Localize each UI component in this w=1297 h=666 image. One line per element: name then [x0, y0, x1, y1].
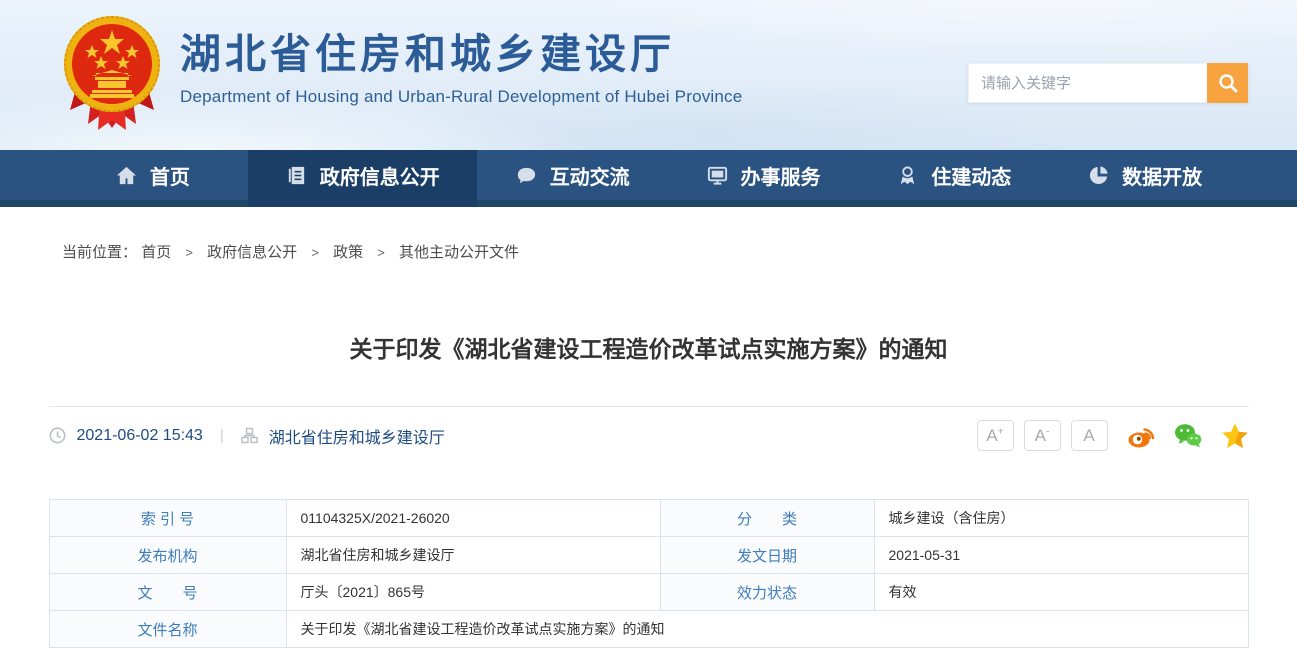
nav-item-interaction[interactable]: 互动交流 — [477, 150, 668, 207]
nav-item-label: 办事服务 — [741, 161, 821, 190]
doc-info-table: 索 引 号 01104325X/2021-26020 分 类 城乡建设（含住房）… — [49, 499, 1249, 648]
article-title: 关于印发《湖北省建设工程造价改革试点实施方案》的通知 — [49, 262, 1249, 364]
qzone-icon[interactable] — [1221, 422, 1249, 450]
breadcrumb-item-home[interactable]: 首页 — [141, 244, 171, 261]
nav-item-services[interactable]: 办事服务 — [668, 150, 859, 207]
font-reset-button[interactable]: A — [1071, 420, 1108, 451]
meta-separator: | — [220, 427, 224, 444]
doc-number-label: 文 号 — [49, 574, 286, 611]
search-box — [968, 63, 1248, 103]
table-row: 索 引 号 01104325X/2021-26020 分 类 城乡建设（含住房） — [49, 500, 1248, 537]
clock-icon — [49, 427, 66, 444]
site-subtitle: Department of Housing and Urban-Rural De… — [180, 87, 742, 107]
breadcrumb-separator: > — [311, 245, 319, 260]
doc-number-value: 厅头〔2021〕865号 — [286, 574, 660, 611]
breadcrumb: 当前位置： 首页 > 政府信息公开 > 政策 > 其他主动公开文件 — [0, 207, 1297, 262]
chat-icon — [515, 164, 538, 187]
site-brand: 湖北省住房和城乡建设厅 Department of Housing and Ur… — [180, 32, 742, 107]
wechat-icon[interactable] — [1174, 422, 1202, 450]
table-row: 文 号 厅头〔2021〕865号 效力状态 有效 — [49, 574, 1248, 611]
breadcrumb-separator: > — [185, 245, 193, 260]
doc-index-label: 索 引 号 — [49, 500, 286, 537]
national-emblem-logo — [62, 12, 162, 134]
doc-issue-date-label: 发文日期 — [660, 537, 874, 574]
meta-bar: 2021-06-02 15:43 | 湖北省住房和城乡建设厅 A+ A- A — [49, 407, 1249, 464]
person-badge-icon — [896, 164, 919, 187]
search-button[interactable] — [1207, 63, 1248, 103]
pie-chart-icon — [1087, 164, 1110, 187]
site-header: 湖北省住房和城乡建设厅 Department of Housing and Ur… — [0, 0, 1297, 150]
nav-item-label: 首页 — [150, 161, 190, 190]
nav-item-label: 政府信息公开 — [320, 161, 440, 190]
doc-category-label: 分 类 — [660, 500, 874, 537]
nav-item-home[interactable]: 首页 — [57, 150, 248, 207]
table-row: 文件名称 关于印发《湖北省建设工程造价改革试点实施方案》的通知 — [49, 611, 1248, 648]
nav-item-gov-info[interactable]: 政府信息公开 — [248, 150, 477, 207]
nav-item-news[interactable]: 住建动态 — [858, 150, 1049, 207]
doc-issue-date-value: 2021-05-31 — [874, 537, 1248, 574]
publish-time: 2021-06-02 15:43 — [77, 427, 203, 445]
breadcrumb-label: 当前位置： — [62, 244, 137, 261]
table-row: 发布机构 湖北省住房和城乡建设厅 发文日期 2021-05-31 — [49, 537, 1248, 574]
search-icon — [1217, 72, 1239, 94]
font-smaller-button[interactable]: A- — [1024, 420, 1061, 451]
article-source: 湖北省住房和城乡建设厅 — [269, 424, 445, 448]
nav-item-open-data[interactable]: 数据开放 — [1049, 150, 1240, 207]
doc-filename-value: 关于印发《湖北省建设工程造价改革试点实施方案》的通知 — [286, 611, 1248, 648]
doc-index-value: 01104325X/2021-26020 — [286, 500, 660, 537]
source-sitemap-icon — [241, 427, 258, 444]
doc-validity-value: 有效 — [874, 574, 1248, 611]
document-icon — [285, 164, 308, 187]
nav-item-label: 住建动态 — [931, 161, 1011, 190]
doc-issuer-label: 发布机构 — [49, 537, 286, 574]
nav-item-label: 互动交流 — [550, 161, 630, 190]
monitor-icon — [706, 164, 729, 187]
article-content: 关于印发《湖北省建设工程造价改革试点实施方案》的通知 2021-06-02 15… — [49, 262, 1249, 648]
doc-issuer-value: 湖北省住房和城乡建设厅 — [286, 537, 660, 574]
breadcrumb-separator: > — [377, 245, 385, 260]
doc-filename-label: 文件名称 — [49, 611, 286, 648]
doc-category-value: 城乡建设（含住房） — [874, 500, 1248, 537]
nav-item-label: 数据开放 — [1122, 161, 1202, 190]
breadcrumb-item-policy[interactable]: 政策 — [333, 244, 363, 261]
breadcrumb-item-other-docs[interactable]: 其他主动公开文件 — [399, 244, 519, 261]
site-title: 湖北省住房和城乡建设厅 — [180, 32, 742, 77]
doc-validity-label: 效力状态 — [660, 574, 874, 611]
meta-info: 2021-06-02 15:43 | 湖北省住房和城乡建设厅 — [49, 424, 445, 448]
search-input[interactable] — [968, 63, 1207, 103]
main-nav: 首页 政府信息公开 互动交流 办事服务 住建动态 数据开放 — [0, 150, 1297, 207]
weibo-icon[interactable] — [1127, 422, 1155, 450]
font-larger-button[interactable]: A+ — [977, 420, 1014, 451]
breadcrumb-item-gov-info[interactable]: 政府信息公开 — [207, 244, 297, 261]
meta-tools: A+ A- A — [977, 420, 1249, 451]
home-icon — [115, 164, 138, 187]
